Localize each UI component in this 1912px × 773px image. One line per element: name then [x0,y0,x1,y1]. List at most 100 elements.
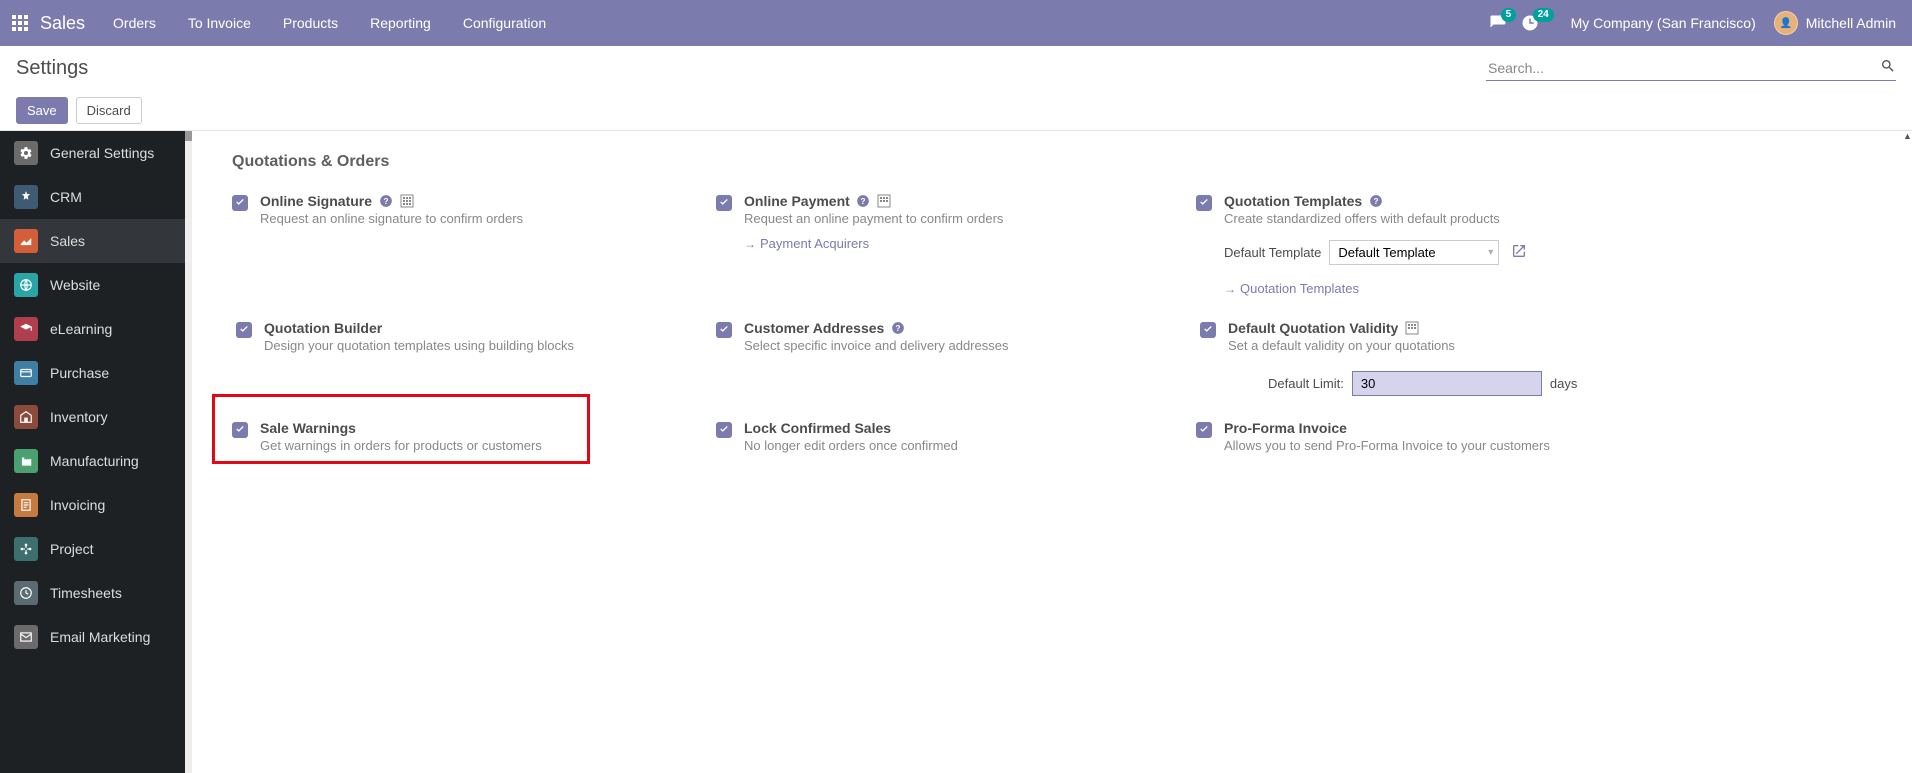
timesheets-icon [14,581,38,605]
sidebar-item-label: Inventory [50,409,108,425]
sidebar-scroll-handle[interactable] [185,131,192,773]
menu-to-invoice[interactable]: To Invoice [188,15,251,31]
scroll-up-arrow[interactable]: ▲ [1903,131,1912,140]
menu-products[interactable]: Products [283,15,338,31]
sidebar-item-label: CRM [50,189,82,205]
default-limit-unit: days [1550,376,1577,391]
discuss-icon[interactable]: 5 [1489,14,1507,32]
sidebar-item-manufacturing[interactable]: Manufacturing [0,439,185,483]
control-panel: Settings Save Discard [0,46,1912,131]
checkbox-online-payment[interactable] [716,195,732,211]
setting-desc: Create standardized offers with default … [1224,211,1676,226]
sidebar-item-label: Email Marketing [50,629,150,645]
help-icon[interactable]: ? [856,194,871,209]
menu-orders[interactable]: Orders [113,15,156,31]
help-icon[interactable]: ? [890,321,905,336]
enterprise-icon[interactable] [1404,321,1419,336]
sidebar-item-general[interactable]: General Settings [0,131,185,175]
help-icon[interactable]: ? [1368,194,1383,209]
top-nav: Sales Orders To Invoice Products Reporti… [0,0,1912,46]
setting-quotation-templates: Quotation Templates ? Create standardize… [1196,189,1676,316]
project-icon [14,537,38,561]
elearning-icon [14,317,38,341]
checkbox-lock-confirmed[interactable] [716,422,732,438]
setting-label: Sale Warnings [260,420,356,436]
invoicing-icon [14,493,38,517]
checkbox-quotation-templates[interactable] [1196,195,1212,211]
menu-configuration[interactable]: Configuration [463,15,546,31]
sidebar-item-crm[interactable]: CRM [0,175,185,219]
search-icon[interactable] [1880,58,1896,77]
help-icon[interactable]: ? [378,194,393,209]
setting-customer-addresses: Customer Addresses ? Select specific inv… [716,316,1196,416]
discuss-count: 5 [1501,8,1517,22]
company-switcher[interactable]: My Company (San Francisco) [1571,15,1756,31]
purchase-icon [14,361,38,385]
sidebar-item-label: Manufacturing [50,453,139,469]
setting-sale-warnings: Sale Warnings Get warnings in orders for… [232,416,712,473]
setting-online-payment: Online Payment ? Request an online payme… [716,189,1196,316]
setting-label: Customer Addresses [744,320,884,336]
checkbox-quotation-builder[interactable] [236,322,252,338]
checkbox-online-signature[interactable] [232,195,248,211]
apps-icon[interactable] [0,15,40,31]
sidebar-item-sales[interactable]: Sales [0,219,185,263]
sidebar-item-project[interactable]: Project [0,527,185,571]
sidebar-item-label: Sales [50,233,85,249]
checkbox-proforma[interactable] [1196,422,1212,438]
setting-desc: Request an online signature to confirm o… [260,211,712,226]
sidebar-item-purchase[interactable]: Purchase [0,351,185,395]
sidebar-item-label: Timesheets [50,585,122,601]
sidebar-item-label: Invoicing [50,497,105,513]
crm-icon [14,185,38,209]
setting-desc: Get warnings in orders for products or c… [260,438,712,453]
settings-sidebar: General Settings CRM Sales Website eLearning… [0,131,185,773]
arrow-right-icon: → [744,237,756,251]
website-icon [14,273,38,297]
main-area: General Settings CRM Sales Website eLearning… [0,131,1912,773]
default-limit-input[interactable] [1352,371,1542,396]
menu-reporting[interactable]: Reporting [370,15,431,31]
checkbox-customer-addresses[interactable] [716,322,732,338]
sidebar-item-timesheets[interactable]: Timesheets [0,571,185,615]
setting-proforma: Pro-Forma Invoice Allows you to send Pro… [1196,416,1676,473]
sidebar-item-label: eLearning [50,321,112,337]
setting-label: Pro-Forma Invoice [1224,420,1347,436]
setting-quotation-builder: Quotation Builder Design your quotation … [236,316,716,416]
sidebar-item-email_marketing[interactable]: Email Marketing [0,615,185,659]
setting-label: Quotation Templates [1224,193,1362,209]
setting-desc: Set a default validity on your quotation… [1228,338,1680,353]
sidebar-item-elearning[interactable]: eLearning [0,307,185,351]
svg-text:?: ? [861,197,866,206]
default-template-label: Default Template [1224,245,1321,260]
enterprise-icon[interactable] [399,194,414,209]
default-limit-label: Default Limit: [1268,376,1344,391]
sidebar-item-website[interactable]: Website [0,263,185,307]
enterprise-icon[interactable] [877,194,892,209]
save-button[interactable]: Save [16,97,68,124]
activity-icon[interactable]: 24 [1521,14,1539,32]
sidebar-item-invoicing[interactable]: Invoicing [0,483,185,527]
setting-lock-confirmed: Lock Confirmed Sales No longer edit orde… [716,416,1196,473]
default-template-input[interactable] [1329,240,1499,265]
sidebar-item-inventory[interactable]: Inventory [0,395,185,439]
setting-label: Lock Confirmed Sales [744,420,891,436]
checkbox-default-validity[interactable] [1200,322,1216,338]
setting-desc: No longer edit orders once confirmed [744,438,1196,453]
email_marketing-icon [14,625,38,649]
setting-label: Quotation Builder [264,320,382,336]
settings-content: Quotations & Orders Online Signature ? R… [192,131,1912,773]
user-menu[interactable]: 👤 Mitchell Admin [1774,11,1896,35]
external-link-icon[interactable] [1511,243,1527,262]
svg-text:?: ? [383,197,388,206]
link-payment-acquirers[interactable]: → Payment Acquirers [744,236,1196,251]
manufacturing-icon [14,449,38,473]
sidebar-item-label: Project [50,541,94,557]
setting-desc: Select specific invoice and delivery add… [744,338,1196,353]
discard-button[interactable]: Discard [76,97,142,124]
checkbox-sale-warnings[interactable] [232,422,248,438]
arrow-right-icon: → [1224,282,1236,296]
search-input[interactable] [1486,56,1896,81]
app-title[interactable]: Sales [40,13,85,34]
link-quotation-templates[interactable]: → Quotation Templates [1224,281,1676,296]
